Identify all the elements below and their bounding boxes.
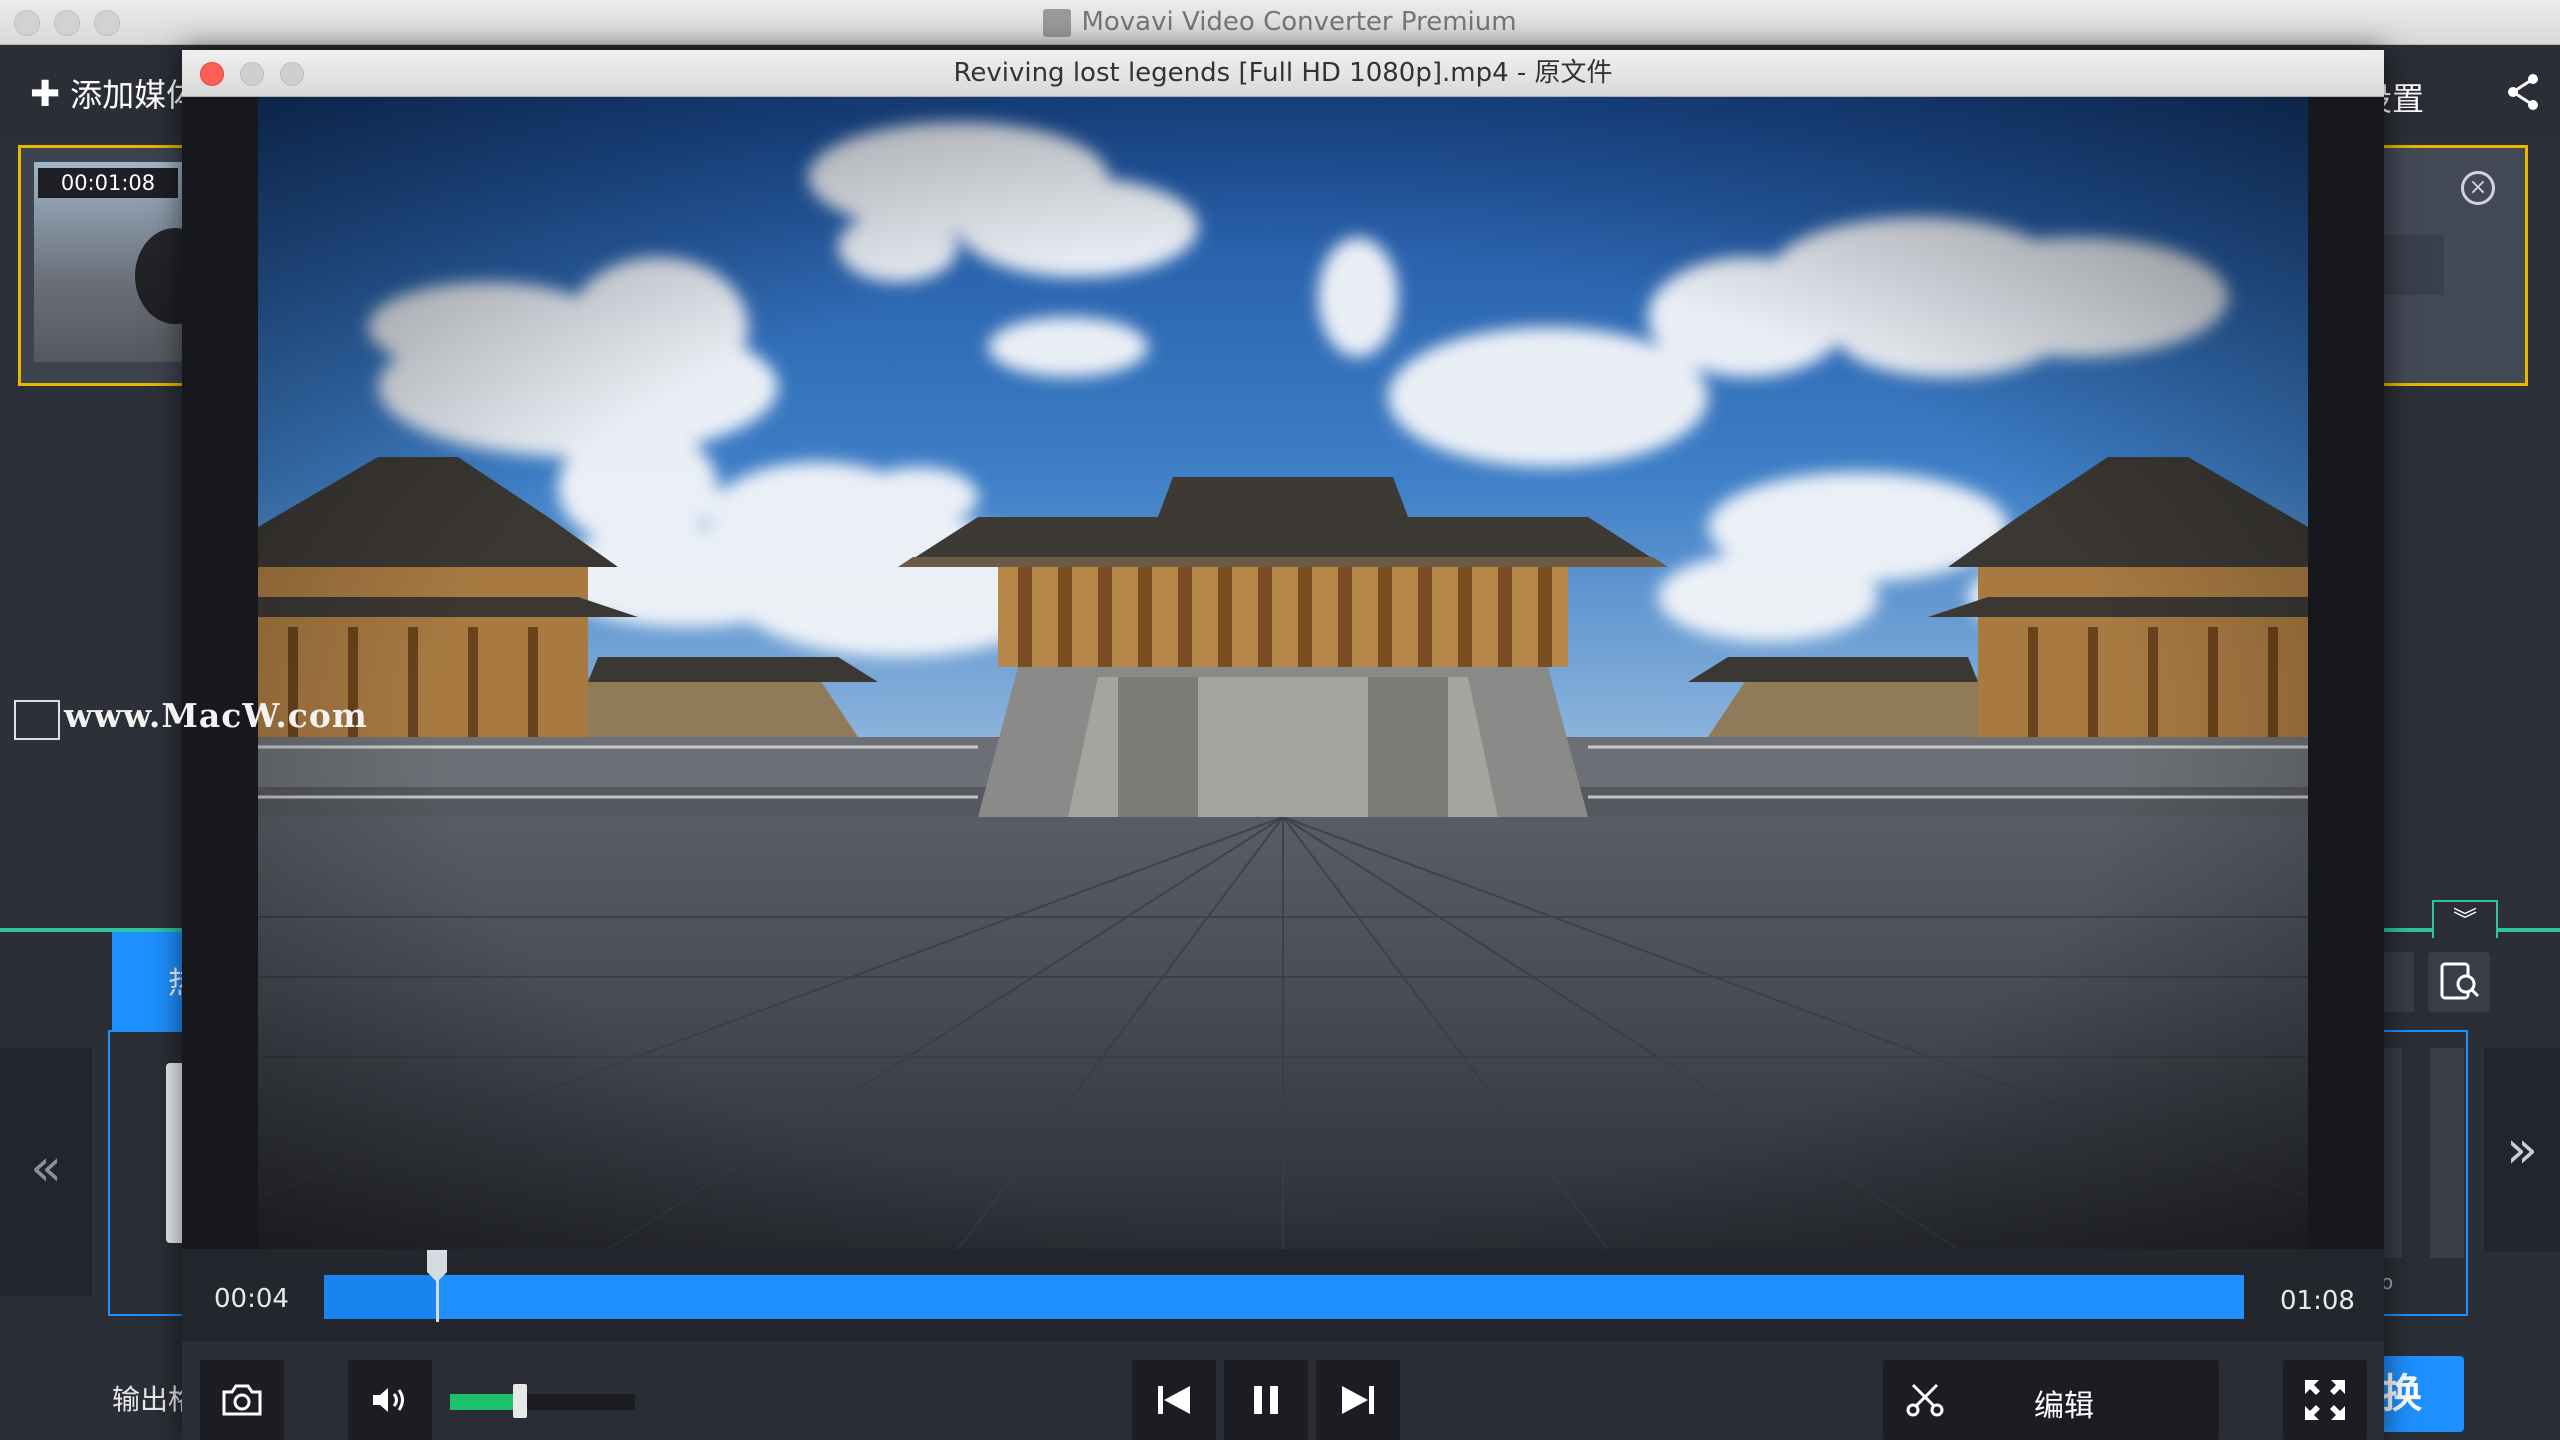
- volume-level: [450, 1394, 520, 1410]
- video-frame[interactable]: [258, 97, 2308, 1249]
- speaker-icon: [373, 1388, 404, 1412]
- app-title-text: Movavi Video Converter Premium: [1081, 7, 1517, 37]
- search-device-icon[interactable]: [2428, 952, 2490, 1012]
- scissors-icon: [1906, 1383, 1944, 1417]
- plus-icon: ✚: [30, 74, 61, 115]
- skip-back-icon: [1158, 1386, 1190, 1414]
- camera-icon: [222, 1384, 262, 1416]
- skip-forward-icon: [1342, 1386, 1374, 1414]
- scroll-right-button[interactable]: »: [2484, 1048, 2560, 1252]
- add-media-button[interactable]: ✚ 添加媒体: [30, 70, 198, 116]
- progress-track[interactable]: [324, 1275, 2244, 1319]
- preview-minimize-button[interactable]: [240, 62, 264, 86]
- app-logo-icon: [1043, 8, 1072, 37]
- watermark-logo-icon: [14, 700, 60, 740]
- watermark-text: www.MacW.com: [64, 696, 368, 735]
- pause-button[interactable]: [1224, 1360, 1308, 1440]
- fullscreen-icon: [2305, 1380, 2345, 1420]
- volume-button[interactable]: [348, 1360, 432, 1440]
- convert-label: 换: [2382, 1371, 2422, 1417]
- collapse-chevron-icon[interactable]: ︾: [2432, 900, 2498, 938]
- total-time: 01:08: [2280, 1286, 2355, 1316]
- format-tile-right-2[interactable]: [2430, 1048, 2464, 1258]
- format-tile-right[interactable]: [2384, 1048, 2402, 1258]
- progress-played: [324, 1275, 437, 1319]
- edit-label: 编辑: [2034, 1389, 2094, 1424]
- pause-icon: [1254, 1386, 1278, 1414]
- playhead-handle[interactable]: [425, 1250, 449, 1284]
- volume-knob[interactable]: [513, 1384, 527, 1418]
- previous-button[interactable]: [1132, 1360, 1216, 1440]
- preview-zoom-button[interactable]: [280, 62, 304, 86]
- next-button[interactable]: [1316, 1360, 1400, 1440]
- current-time: 00:04: [214, 1284, 289, 1314]
- preview-title: Reviving lost legends [Full HD 1080p].mp…: [953, 58, 1613, 88]
- convert-button[interactable]: 换: [2378, 1356, 2464, 1432]
- preview-close-button[interactable]: [200, 62, 224, 86]
- scroll-left-button[interactable]: «: [0, 1048, 92, 1296]
- output-card-inner: [2380, 235, 2444, 295]
- media-duration: 00:01:08: [38, 168, 178, 198]
- fullscreen-button[interactable]: [2283, 1360, 2367, 1440]
- remove-file-icon[interactable]: ×: [2461, 171, 2495, 205]
- add-media-label: 添加媒体: [70, 76, 199, 114]
- share-icon[interactable]: [2505, 72, 2541, 112]
- snapshot-button[interactable]: [200, 1360, 284, 1440]
- app-title: Movavi Video Converter Premium: [0, 0, 2560, 44]
